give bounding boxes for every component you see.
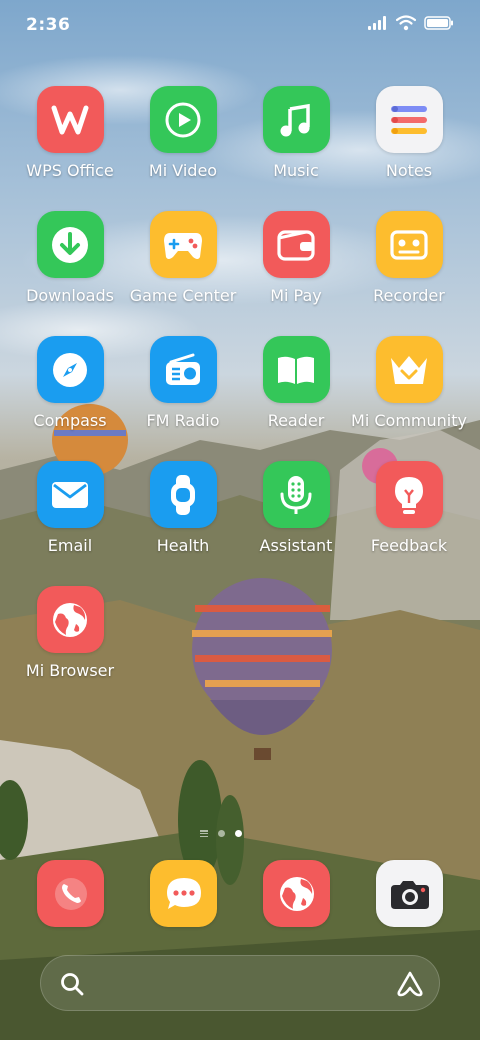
- status-icons: [368, 15, 454, 31]
- app-notes[interactable]: Notes: [353, 86, 465, 196]
- app-label: Notes: [385, 161, 433, 180]
- app-compass[interactable]: Compass: [14, 336, 126, 446]
- app-list-indicator-icon: [200, 830, 208, 837]
- dock-messaging[interactable]: [150, 860, 217, 927]
- app-mi-browser[interactable]: Mi Browser: [14, 586, 126, 696]
- app-label: WPS Office: [26, 161, 114, 180]
- dock-camera[interactable]: [376, 860, 443, 927]
- email-icon: [36, 461, 104, 528]
- mi-pay-icon: [262, 211, 330, 278]
- fm-radio-icon: [149, 336, 217, 403]
- health-icon: [149, 461, 217, 528]
- page-dot-active[interactable]: [235, 830, 242, 837]
- battery-icon: [424, 16, 453, 30]
- signal-icon: [368, 16, 386, 30]
- recorder-icon: [375, 211, 443, 278]
- mi-video-icon: [149, 86, 217, 153]
- app-label: Assistant: [259, 536, 333, 555]
- mi-community-icon: [375, 336, 443, 403]
- camera-icon: [376, 860, 443, 927]
- app-label: Health: [156, 536, 210, 555]
- feedback-icon: [375, 461, 443, 528]
- search-bar[interactable]: [40, 955, 440, 1011]
- compass-icon: [36, 336, 104, 403]
- dock-phone[interactable]: [37, 860, 104, 927]
- game-center-icon: [149, 211, 217, 278]
- app-fm-radio[interactable]: FM Radio: [127, 336, 239, 446]
- app-email[interactable]: Email: [14, 461, 126, 571]
- wps-office-icon: [36, 86, 104, 153]
- phone-icon: [37, 860, 104, 927]
- app-mi-pay[interactable]: Mi Pay: [240, 211, 352, 321]
- mi-browser-icon: [36, 586, 104, 653]
- app-music[interactable]: Music: [240, 86, 352, 196]
- page-indicator[interactable]: [200, 830, 242, 837]
- search-icon[interactable]: [59, 971, 85, 997]
- app-label: Game Center: [129, 286, 237, 305]
- app-label: Feedback: [370, 536, 448, 555]
- app-wps-office[interactable]: WPS Office: [14, 86, 126, 196]
- app-recorder[interactable]: Recorder: [353, 211, 465, 321]
- app-label: Compass: [33, 411, 107, 430]
- app-feedback[interactable]: Feedback: [353, 461, 465, 571]
- reader-icon: [262, 336, 330, 403]
- status-bar: 2:36: [0, 0, 480, 50]
- browser-icon: [263, 860, 330, 927]
- app-mi-community[interactable]: Mi Community: [351, 336, 467, 446]
- page-dot[interactable]: [218, 830, 225, 837]
- status-time: 2:36: [26, 15, 71, 35]
- app-label: FM Radio: [146, 411, 220, 430]
- app-downloads[interactable]: Downloads: [14, 211, 126, 321]
- app-label: Mi Pay: [270, 286, 322, 305]
- app-reader[interactable]: Reader: [240, 336, 352, 446]
- music-icon: [262, 86, 330, 153]
- app-assistant[interactable]: Assistant: [240, 461, 352, 571]
- app-label: Mi Video: [148, 161, 218, 180]
- app-label: Reader: [267, 411, 325, 430]
- dock-browser[interactable]: [263, 860, 330, 927]
- wifi-icon: [396, 15, 416, 31]
- downloads-icon: [36, 211, 104, 278]
- app-label: Mi Community: [351, 411, 467, 430]
- app-label: Downloads: [26, 286, 114, 305]
- notes-icon: [375, 86, 443, 153]
- app-label: Recorder: [373, 286, 445, 305]
- home-screen: 2:36 WPS Office Mi Video Music Notes Dow…: [0, 0, 480, 1040]
- app-mi-video[interactable]: Mi Video: [127, 86, 239, 196]
- app-health[interactable]: Health: [127, 461, 239, 571]
- app-label: Email: [47, 536, 93, 555]
- app-vault-icon[interactable]: [395, 970, 425, 998]
- app-game-center[interactable]: Game Center: [127, 211, 239, 321]
- app-label: Music: [273, 161, 319, 180]
- assistant-icon: [262, 461, 330, 528]
- messaging-icon: [150, 860, 217, 927]
- app-label: Mi Browser: [25, 661, 115, 680]
